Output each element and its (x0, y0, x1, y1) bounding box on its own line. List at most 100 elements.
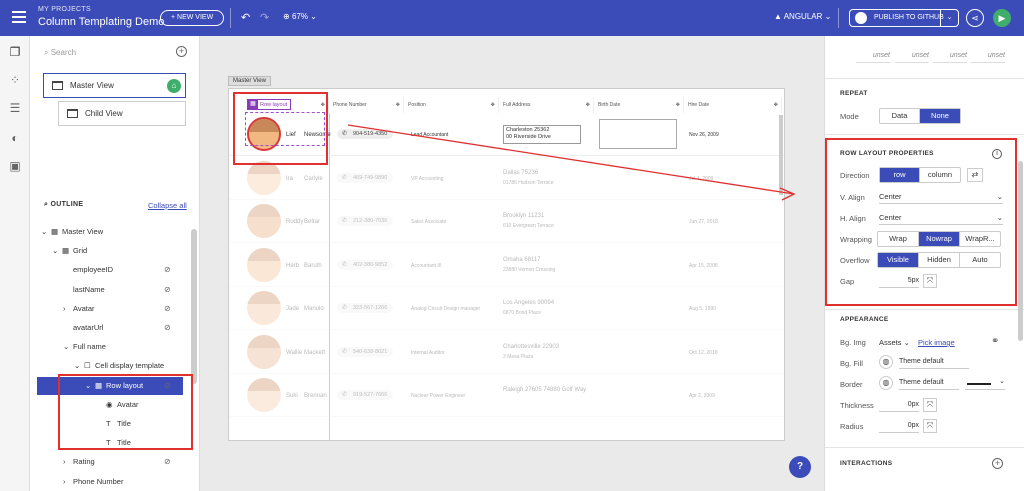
views-icon[interactable]: ❐ (7, 44, 23, 60)
divider (825, 78, 1024, 79)
visibility-off-icon[interactable]: ⊘ (164, 319, 171, 337)
outline-tree-item[interactable]: ⌄ ▦ Master View (30, 223, 190, 241)
repeat-title: REPEAT (840, 90, 868, 97)
data-icon[interactable]: ☰ (7, 100, 23, 116)
visibility-off-icon[interactable]: ⊘ (164, 281, 171, 299)
chevron-icon[interactable]: › (63, 300, 66, 318)
menu-icon[interactable] (12, 11, 26, 23)
info-icon[interactable]: i (992, 149, 1002, 159)
add-interaction-icon[interactable]: + (992, 458, 1003, 469)
framework-select[interactable]: ▲ ANGULAR ⌄ (774, 12, 831, 21)
add-view-icon[interactable]: + (176, 46, 187, 57)
chevron-icon[interactable]: ⌄ (52, 242, 58, 260)
outline-tree-item[interactable]: › Avatar ⊘ (30, 300, 190, 318)
outline-scrollbar[interactable] (191, 229, 197, 384)
mode-none-option[interactable]: None (920, 109, 960, 123)
direction-column-option[interactable]: column (920, 168, 960, 182)
outline-tree-item[interactable]: employeeID ⊘ (30, 261, 190, 279)
overflow-visible-option[interactable]: Visible (878, 253, 919, 267)
thickness-field[interactable]: 0px (879, 398, 919, 412)
share-icon[interactable]: ⋖ (966, 9, 984, 27)
halign-label: H. Align (840, 214, 866, 223)
node-type-icon: ☐ (84, 361, 91, 371)
visibility-off-icon[interactable]: ⊘ (164, 261, 171, 279)
halign-select[interactable]: Center ⌄ (879, 211, 1003, 225)
gap-field[interactable]: 5px (879, 274, 919, 288)
border-color-field[interactable]: Theme default (899, 376, 959, 390)
properties-panel: unset unset unset unset REPEAT Mode Data… (824, 36, 1024, 491)
overflow-auto-option[interactable]: Auto (960, 253, 1000, 267)
publish-dropdown-icon[interactable]: ⌄ (940, 10, 958, 26)
margin-top-field[interactable]: unset (856, 52, 890, 63)
wrapping-label: Wrapping (840, 235, 872, 244)
visibility-off-icon[interactable]: ⊘ (164, 300, 171, 318)
link-icon[interactable]: ⤧ (923, 274, 937, 288)
valign-select[interactable]: Center ⌄ (879, 190, 1003, 204)
margin-right-field[interactable]: unset (895, 52, 929, 63)
valign-value: Center (879, 192, 902, 201)
mode-data-option[interactable]: Data (880, 109, 920, 123)
divider (230, 8, 231, 28)
chevron-icon[interactable]: ⌄ (63, 338, 69, 356)
new-view-button[interactable]: + NEW VIEW (160, 10, 225, 26)
outline-tree-item[interactable]: avatarUrl ⊘ (30, 319, 190, 337)
overflow-hidden-option[interactable]: Hidden (919, 253, 960, 267)
border-style-select[interactable]: ⌄ (965, 376, 1005, 390)
pick-image-link[interactable]: Pick image (918, 338, 955, 347)
chevron-icon[interactable]: ⌄ (41, 223, 47, 241)
view-item-child[interactable]: Child View (58, 101, 186, 126)
chevron-icon[interactable]: › (63, 473, 66, 491)
view-item-master[interactable]: Master View ⌂ (43, 73, 186, 98)
assets-icon[interactable]: ▣ (7, 158, 23, 174)
thickness-label: Thickness (840, 401, 874, 410)
direction-label: Direction (840, 171, 870, 180)
properties-scrollbar[interactable] (1018, 161, 1023, 341)
swap-direction-icon[interactable]: ⇄ (967, 168, 983, 182)
components-icon[interactable]: ⁘ (7, 72, 23, 88)
link-icon[interactable]: ⤧ (923, 419, 937, 433)
color-picker-icon[interactable]: ◍ (879, 355, 893, 369)
outline-tree-item[interactable]: ⌄ ☐ Cell display template (30, 357, 190, 375)
margin-bottom-field[interactable]: unset (933, 52, 967, 63)
undo-icon[interactable]: ↶ (241, 11, 250, 24)
theme-palette-icon[interactable]: ◐ (7, 130, 23, 146)
chevron-down-icon: ⌄ (996, 213, 1003, 222)
visibility-off-icon[interactable]: ⊘ (164, 453, 171, 471)
publish-github-button[interactable]: PUBLISH TO GITHUB ⌄ (849, 9, 959, 27)
bg-img-source: Assets (879, 338, 902, 347)
outline-tree-item[interactable]: ⌄ ▦ Grid (30, 242, 190, 260)
run-preview-icon[interactable]: ▶ (993, 9, 1011, 27)
chevron-icon[interactable]: › (63, 453, 66, 471)
direction-row-option[interactable]: row (880, 168, 920, 182)
outline-tree-item[interactable]: ⌄ Full name (30, 338, 190, 356)
home-icon[interactable]: ⌂ (167, 79, 181, 93)
gap-label: Gap (840, 277, 855, 286)
redo-icon[interactable]: ↷ (260, 11, 269, 24)
wrap-reverse-option[interactable]: WrapR... (960, 232, 1000, 246)
color-picker-icon[interactable]: ◍ (879, 376, 893, 390)
outline-tree-item[interactable]: › Rating ⊘ (30, 453, 190, 471)
help-button[interactable]: ? (789, 456, 811, 478)
outline-item-label: Grid (73, 246, 88, 256)
annotation-arrow (347, 124, 796, 201)
link-icon[interactable]: ⚭ (991, 336, 999, 347)
outline-tree-item[interactable]: lastName ⊘ (30, 281, 190, 299)
wrap-option[interactable]: Wrap (878, 232, 919, 246)
bg-fill-field[interactable]: Theme default (899, 355, 969, 369)
search-input[interactable]: ⌕ Search (44, 48, 76, 58)
zoom-control[interactable]: ⊕ 67% ⌄ (283, 12, 317, 21)
outline-tree-item[interactable]: › Phone Number (30, 473, 190, 491)
project-title: Column Templating Demo (38, 16, 165, 28)
radius-field[interactable]: 0px (879, 419, 919, 433)
projects-breadcrumb[interactable]: MY PROJECTS (38, 6, 91, 13)
bg-img-source-select[interactable]: Assets ⌄ (879, 338, 910, 347)
collapse-all-link[interactable]: Collapse all (148, 201, 187, 210)
margin-left-field[interactable]: unset (971, 52, 1005, 63)
border-label: Border (840, 380, 863, 389)
appearance-title: APPEARANCE (840, 316, 889, 323)
divider (838, 8, 839, 28)
chevron-icon[interactable]: ⌄ (74, 357, 80, 375)
link-icon[interactable]: ⤧ (923, 398, 937, 412)
nowrap-option[interactable]: Nowrap (919, 232, 960, 246)
highlight-tree-selection (58, 374, 193, 450)
